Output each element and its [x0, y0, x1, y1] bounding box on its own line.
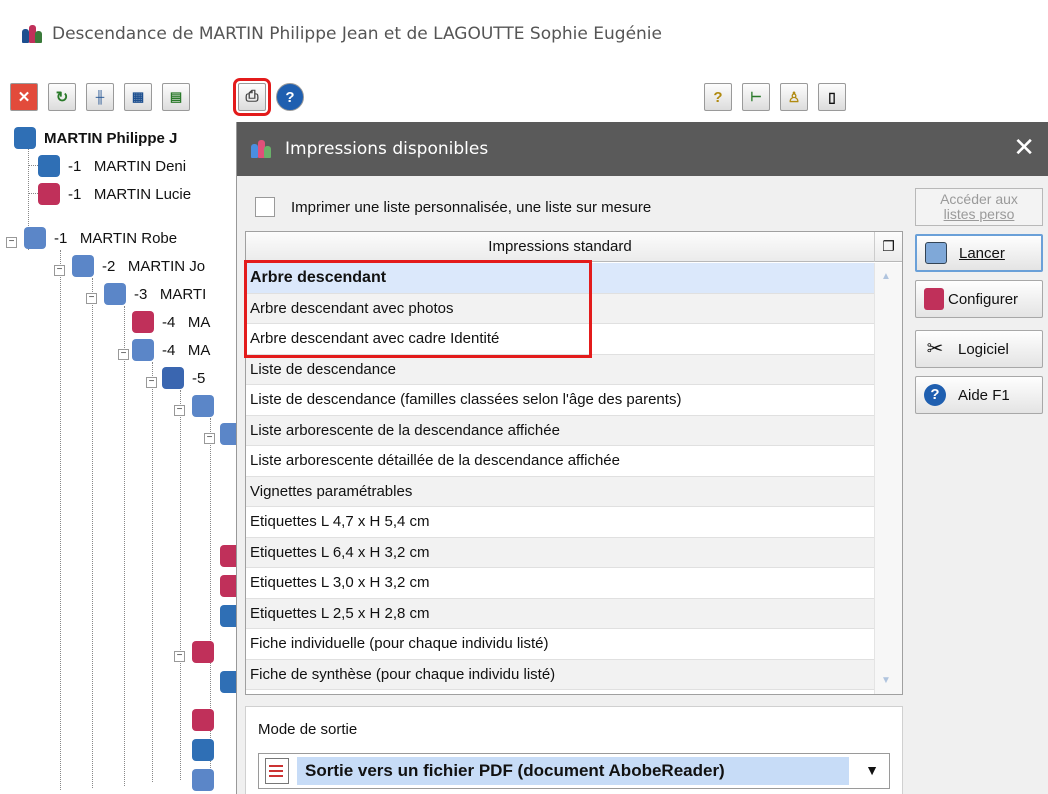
scroll-up-icon[interactable]: ▲ [881, 271, 891, 282]
tree-item[interactable] [192, 638, 222, 666]
custom-list-label: Imprimer une liste personnalisée, une li… [291, 198, 652, 216]
list-item[interactable]: Liste de descendance [246, 354, 874, 385]
couple-icon [72, 255, 94, 277]
list-item[interactable]: Etiquettes L 4,7 x H 5,4 cm [246, 507, 874, 538]
list-item[interactable]: Fiche individuelle (pour chaque individu… [246, 629, 874, 660]
tree-expander[interactable]: − [6, 237, 17, 248]
configure-icon [924, 288, 944, 310]
tree-expander[interactable]: − [86, 293, 97, 304]
list-header: Impressions standard [246, 232, 874, 262]
list-item[interactable]: Arbre descendant avec photos [246, 293, 874, 324]
list-item[interactable]: Etiquettes L 6,4 x H 3,2 cm [246, 537, 874, 568]
list-item[interactable]: Arbre descendant avec cadre Identité [246, 324, 874, 355]
tree-root[interactable]: MARTIN Philippe J [14, 124, 177, 152]
tree-expander[interactable]: − [174, 651, 185, 662]
list-scrollbar[interactable]: ▲ ▼ [874, 263, 902, 694]
grid-icon[interactable]: ▦ [124, 83, 152, 111]
list-item[interactable]: Vignettes paramétrables [246, 476, 874, 507]
list-item[interactable]: Liste arborescente de la descendance aff… [246, 415, 874, 446]
male-person-icon [192, 739, 214, 761]
tree-item[interactable]: -4 MA [132, 336, 210, 364]
couple-icon [24, 227, 46, 249]
female-person-icon [192, 709, 214, 731]
help-button[interactable]: ? Aide F1 [915, 376, 1043, 414]
tree-item[interactable]: -4 MA [132, 308, 210, 336]
tree-expander[interactable]: − [118, 349, 129, 360]
list-item[interactable]: Etiquettes L 3,0 x H 3,2 cm [246, 568, 874, 599]
stamp-icon[interactable]: ♙ [780, 83, 808, 111]
male-person-icon [38, 155, 60, 177]
tree-item[interactable] [192, 392, 222, 420]
dialog-titlebar: Impressions disponibles ✕ [237, 122, 1048, 176]
output-mode-value: Sortie vers un fichier PDF (document Abo… [297, 757, 849, 785]
pdf-icon [265, 758, 289, 784]
tree-item[interactable] [192, 766, 222, 794]
descendant-tree: MARTIN Philippe J -1 MARTIN Deni -1 MART… [0, 122, 250, 794]
tree-item[interactable]: -5 [162, 364, 205, 392]
copy-icon[interactable]: ❐ [874, 232, 902, 262]
help-icon: ? [924, 384, 946, 406]
spreadsheet-icon[interactable]: ▤ [162, 83, 190, 111]
software-button[interactable]: ✂ Logiciel [915, 330, 1043, 368]
launch-button[interactable]: Lancer [915, 234, 1043, 272]
tree-icon[interactable]: ⊢ [742, 83, 770, 111]
list-item[interactable]: Liste arborescente détaillée de la desce… [246, 446, 874, 477]
list-item[interactable]: Etiquettes L 2,5 x H 2,8 cm [246, 598, 874, 629]
access-custom-lists-button[interactable]: Accéder aux listes perso [915, 188, 1043, 226]
tree-expander[interactable]: − [54, 265, 65, 276]
close-icon[interactable]: ✕ [1013, 134, 1035, 160]
print-dialog: Impressions disponibles ✕ Imprimer une l… [236, 122, 1048, 794]
custom-list-option[interactable]: Imprimer une liste personnalisée, une li… [255, 192, 651, 222]
sliders-icon[interactable]: ╫ [86, 83, 114, 111]
help-icon[interactable]: ? [276, 83, 304, 111]
window-title: Descendance de MARTIN Philippe Jean et d… [52, 24, 662, 44]
couple-icon [162, 367, 184, 389]
tree-item[interactable]: -1 MARTIN Lucie [38, 180, 191, 208]
tools-icon: ✂ [926, 338, 944, 360]
dialog-title: Impressions disponibles [285, 139, 489, 159]
list-item[interactable]: Liste de descendance (familles classées … [246, 385, 874, 416]
tree-item[interactable]: -1 MARTIN Robe [24, 224, 177, 252]
tree-item[interactable]: -1 MARTIN Deni [38, 152, 186, 180]
tree-item[interactable] [192, 706, 222, 734]
toolbar: ✕ ↻ ╫ ▦ ▤ ⎙ ? ? ⊢ ♙ ▯ [0, 68, 1048, 122]
panel-icon[interactable]: ▯ [818, 83, 846, 111]
scroll-down-icon[interactable]: ▼ [881, 675, 891, 686]
dropdown-arrow-icon[interactable]: ▼ [865, 762, 879, 778]
custom-list-checkbox[interactable] [255, 197, 275, 217]
output-mode-select[interactable]: Sortie vers un fichier PDF (document Abo… [258, 753, 890, 789]
question-mark-icon[interactable]: ? [704, 83, 732, 111]
couple-icon [192, 395, 214, 417]
tree-item[interactable] [192, 736, 222, 764]
printer-icon[interactable]: ⎙ [233, 78, 271, 116]
tree-expander[interactable]: − [174, 405, 185, 416]
tree-expander[interactable]: − [204, 433, 215, 444]
close-red-icon[interactable]: ✕ [10, 83, 38, 111]
list-item[interactable]: Fiche de synthèse (pour chaque individu … [246, 659, 874, 690]
output-mode-label: Mode de sortie [258, 721, 358, 738]
app-icon [251, 140, 271, 158]
couple-icon [192, 769, 214, 791]
configure-button[interactable]: Configurer [915, 280, 1043, 318]
tree-root-label: MARTIN Philippe J [44, 129, 178, 147]
output-mode-panel: Mode de sortie Sortie vers un fichier PD… [245, 706, 903, 794]
list-item[interactable]: Arbre descendant [246, 263, 874, 294]
couple-icon [104, 283, 126, 305]
refresh-icon[interactable]: ↻ [48, 83, 76, 111]
standard-prints-list[interactable]: Impressions standard ❐ Arbre descendant … [245, 231, 903, 695]
person-icon [14, 127, 36, 149]
female-person-icon [132, 311, 154, 333]
window-titlebar: Descendance de MARTIN Philippe Jean et d… [0, 0, 1048, 68]
female-person-icon [192, 641, 214, 663]
couple-icon [132, 339, 154, 361]
female-person-icon [38, 183, 60, 205]
launch-icon [925, 242, 947, 264]
app-icon [22, 25, 42, 43]
tree-item[interactable]: -3 MARTI [104, 280, 206, 308]
tree-item[interactable]: -2 MARTIN Jo [72, 252, 205, 280]
tree-expander[interactable]: − [146, 377, 157, 388]
